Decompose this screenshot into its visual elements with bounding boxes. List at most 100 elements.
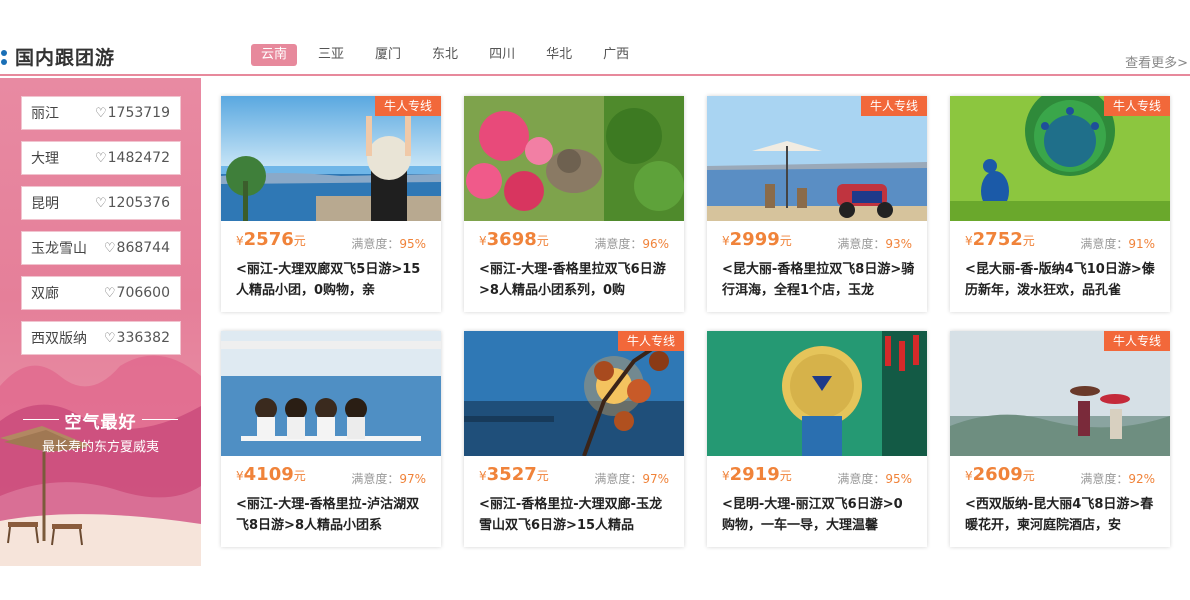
sidebar-item-count: 1205376 — [107, 195, 170, 211]
tour-price: ¥2609元 — [965, 464, 1035, 485]
tour-card[interactable]: 牛人专线 ¥3527元 满意度：97% <丽江-香格里拉-大理双廊-玉龙雪山双飞… — [464, 331, 684, 547]
currency-symbol: ¥ — [965, 469, 973, 483]
price-unit: 元 — [293, 469, 306, 483]
sidebar-item-count: 706600 — [116, 285, 170, 301]
tour-title-link[interactable]: <昆大丽-香格里拉双飞8日游>骑行洱海，全程1个店，玉龙 — [722, 259, 915, 301]
tab-guangxi[interactable]: 广西 — [593, 44, 639, 66]
tab-huabei[interactable]: 华北 — [536, 44, 582, 66]
satisfaction-rate: 满意度：92% — [1080, 470, 1155, 487]
tour-title-link[interactable]: <丽江-大理-香格里拉双飞6日游>8人精品小团系列，0购 — [479, 259, 672, 301]
satisfaction-label: 满意度： — [837, 472, 886, 486]
tour-card[interactable]: 牛人专线 ¥2609元 满意度：92% <西双版纳-昆大丽4飞8日游>春暖花开，… — [950, 331, 1170, 547]
tour-card-image[interactable]: 牛人专线 — [464, 331, 684, 456]
tour-price: ¥2752元 — [965, 229, 1035, 250]
price-value: 2999 — [729, 229, 780, 250]
price-unit: 元 — [1022, 469, 1035, 483]
sidebar-item-label: 玉龙雪山 — [31, 241, 87, 257]
satisfaction-rate: 满意度：91% — [1080, 235, 1155, 252]
sidebar-item-label: 丽江 — [31, 106, 59, 122]
section-title: 国内跟团游 — [15, 47, 116, 69]
tour-title-link[interactable]: <丽江-大理双廊双飞5日游>15人精品小团，0购物，亲 — [236, 259, 429, 301]
price-unit: 元 — [779, 469, 792, 483]
price-value: 2576 — [243, 229, 294, 250]
tour-card[interactable]: ¥3698元 满意度：96% <丽江-大理-香格里拉双飞6日游>8人精品小团系列… — [464, 96, 684, 312]
slogan-title: 空气最好 — [64, 413, 137, 433]
tour-price: ¥2919元 — [722, 464, 792, 485]
tour-price: ¥3527元 — [479, 464, 549, 485]
tour-title-link[interactable]: <昆大丽-香-版纳4飞10日游>傣历新年，泼水狂欢，品孔雀 — [965, 259, 1158, 301]
tab-dongbei[interactable]: 东北 — [422, 44, 468, 66]
satisfaction-value: 96% — [642, 237, 669, 251]
tour-card[interactable]: 牛人专线 ¥2752元 满意度：91% <昆大丽-香-版纳4飞10日游>傣历新年… — [950, 96, 1170, 312]
currency-symbol: ¥ — [479, 469, 487, 483]
tab-yunnan[interactable]: 云南 — [251, 44, 298, 66]
currency-symbol: ¥ — [236, 469, 244, 483]
currency-symbol: ¥ — [965, 234, 973, 248]
currency-symbol: ¥ — [722, 469, 730, 483]
satisfaction-label: 满意度： — [594, 472, 643, 486]
tab-sichuan[interactable]: 四川 — [479, 44, 525, 66]
price-value: 2609 — [972, 464, 1023, 485]
tour-title-link[interactable]: <昆明-大理-丽江双飞6日游>0购物，一车一导，大理温馨 — [722, 494, 915, 536]
sidebar-item-kunming[interactable]: 昆明 ♡ 1205376 — [21, 186, 181, 220]
beach-illustration — [0, 355, 201, 566]
sidebar: 丽江 ♡ 1753719 大理 ♡ 1482472 昆明 ♡ 1205376 玉龙雪山… — [0, 78, 201, 566]
satisfaction-label: 满意度： — [351, 237, 400, 251]
tour-price: ¥2999元 — [722, 229, 792, 250]
price-unit: 元 — [536, 234, 549, 248]
sidebar-item-count: 868744 — [116, 240, 170, 256]
sidebar-slogan: 空气最好 最长寿的东方夏威夷 — [0, 408, 201, 455]
price-value: 2752 — [972, 229, 1023, 250]
heart-icon: ♡ — [103, 285, 116, 301]
sidebar-item-count: 1753719 — [107, 105, 170, 121]
tour-card[interactable]: 牛人专线 ¥2576元 满意度：95% <丽江-大理双廊双飞5日游>15人精品小… — [221, 96, 441, 312]
sidebar-item-label: 昆明 — [31, 196, 59, 212]
satisfaction-value: 95% — [399, 237, 426, 251]
sidebar-item-lijiang[interactable]: 丽江 ♡ 1753719 — [21, 96, 181, 130]
view-more-link[interactable]: 查看更多> — [1125, 52, 1188, 71]
price-unit: 元 — [293, 234, 306, 248]
heart-icon: ♡ — [103, 330, 116, 346]
slogan-subtitle: 最长寿的东方夏威夷 — [41, 440, 159, 455]
tour-card-image[interactable] — [707, 331, 927, 456]
sidebar-item-shuanglang[interactable]: 双廊 ♡ 706600 — [21, 276, 181, 310]
sidebar-item-dali[interactable]: 大理 ♡ 1482472 — [21, 141, 181, 175]
sidebar-item-count: 336382 — [116, 330, 170, 346]
satisfaction-value: 97% — [399, 472, 426, 486]
premium-route-badge: 牛人专线 — [617, 331, 684, 351]
tour-title-link[interactable]: <丽江-大理-香格里拉-泸沽湖双飞8日游>8人精品小团系 — [236, 494, 429, 536]
price-unit: 元 — [1022, 234, 1035, 248]
heart-icon: ♡ — [94, 150, 107, 166]
section-header: 国内跟团游 云南 三亚 厦门 东北 四川 华北 广西 查看更多> — [0, 38, 1190, 76]
tour-card-image[interactable]: 牛人专线 — [707, 96, 927, 221]
currency-symbol: ¥ — [722, 234, 730, 248]
satisfaction-label: 满意度： — [351, 472, 400, 486]
tour-card-image[interactable]: 牛人专线 — [950, 331, 1170, 456]
satisfaction-value: 92% — [1128, 472, 1155, 486]
satisfaction-value: 97% — [642, 472, 669, 486]
price-value: 2919 — [729, 464, 780, 485]
premium-route-badge: 牛人专线 — [1103, 96, 1170, 116]
sidebar-item-label: 西双版纳 — [31, 331, 87, 347]
sidebar-item-yulong[interactable]: 玉龙雪山 ♡ 868744 — [21, 231, 181, 265]
tab-sanya[interactable]: 三亚 — [308, 44, 354, 66]
tour-card-image[interactable] — [221, 331, 441, 456]
currency-symbol: ¥ — [236, 234, 244, 248]
tour-title-link[interactable]: <丽江-香格里拉-大理双廊-玉龙雪山双飞6日游>15人精品 — [479, 494, 672, 536]
title-dots-icon — [1, 50, 8, 66]
tour-card-image[interactable]: 牛人专线 — [950, 96, 1170, 221]
tour-price: ¥2576元 — [236, 229, 306, 250]
heart-icon: ♡ — [94, 105, 107, 121]
tour-card[interactable]: ¥2919元 满意度：95% <昆明-大理-丽江双飞6日游>0购物，一车一导，大… — [707, 331, 927, 547]
tour-title-link[interactable]: <西双版纳-昆大丽4飞8日游>春暖花开，柬河庭院酒店，安 — [965, 494, 1158, 536]
tour-card[interactable]: 牛人专线 ¥2999元 满意度：93% <昆大丽-香格里拉双飞8日游>骑行洱海，… — [707, 96, 927, 312]
tab-xiamen[interactable]: 厦门 — [365, 44, 411, 66]
tour-card-image[interactable] — [464, 96, 684, 221]
sidebar-item-label: 大理 — [31, 151, 59, 167]
price-unit: 元 — [779, 234, 792, 248]
destination-tabs: 云南 三亚 厦门 东北 四川 华北 广西 — [251, 44, 650, 66]
price-value: 3527 — [486, 464, 537, 485]
price-value: 3698 — [486, 229, 537, 250]
tour-card[interactable]: ¥4109元 满意度：97% <丽江-大理-香格里拉-泸沽湖双飞8日游>8人精品… — [221, 331, 441, 547]
tour-card-image[interactable]: 牛人专线 — [221, 96, 441, 221]
